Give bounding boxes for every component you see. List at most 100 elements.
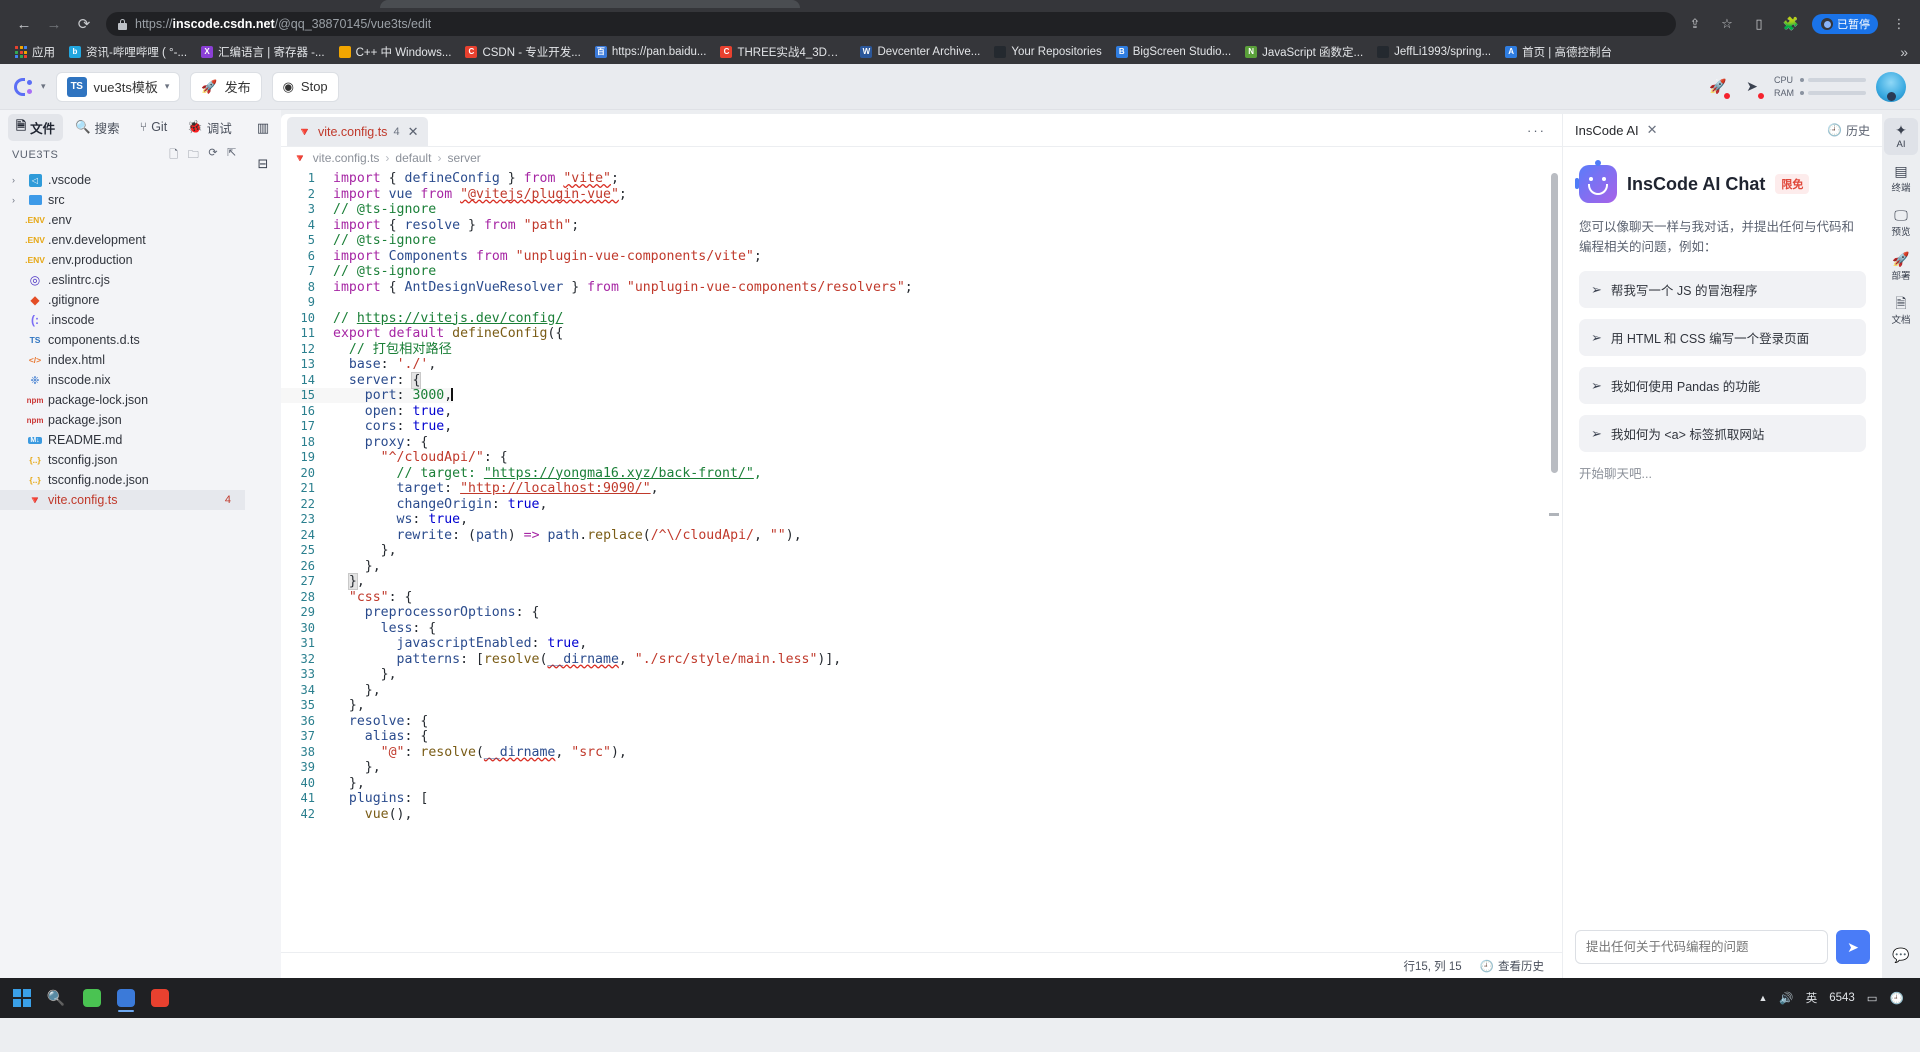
- code-line[interactable]: 8 import { AntDesignVueResolver } from "u…: [281, 280, 913, 295]
- sidebar-tab-0[interactable]: 🗎 文件: [8, 113, 64, 141]
- chevron-right-icon[interactable]: ›: [12, 175, 22, 185]
- file-tree-item[interactable]: › ◁ .vscode: [0, 170, 245, 190]
- code-line[interactable]: 16 open: true,: [281, 404, 453, 419]
- file-tree-item[interactable]: ❉ inscode.nix: [0, 370, 245, 390]
- file-tree-item[interactable]: ◎ .eslintrc.cjs: [0, 270, 245, 290]
- taskbar-app-wechat-icon[interactable]: [76, 983, 108, 1013]
- share-icon[interactable]: ⇪: [1684, 13, 1706, 35]
- bookmark-item[interactable]: b 资讯-哔哩哔哩 ( °-...: [62, 42, 194, 62]
- code-line[interactable]: 25 },: [281, 543, 397, 558]
- more-horizontal-icon[interactable]: ···: [1511, 123, 1562, 138]
- file-tree[interactable]: › ◁ .vscode › src .ENV .env .ENV .env.developmen…: [0, 168, 245, 978]
- code-line[interactable]: 42 vue(),: [281, 807, 413, 822]
- bookmark-item[interactable]: X 汇编语言 | 寄存器 -...: [194, 42, 332, 62]
- ai-suggestion-3[interactable]: ➢ 我如何为 <a> 标签抓取网站: [1579, 415, 1866, 452]
- code-line[interactable]: 4 import { resolve } from "path";: [281, 218, 579, 233]
- file-tree-item[interactable]: </> index.html: [0, 350, 245, 370]
- sidebar-tab-2[interactable]: ⑂ Git: [132, 117, 176, 137]
- bookmark-item[interactable]: 百 https://pan.baidu...: [588, 44, 714, 60]
- ai-history-button[interactable]: 🕘 历史: [1827, 122, 1870, 139]
- file-tree-item[interactable]: M↓ README.md: [0, 430, 245, 450]
- side-panel-icon[interactable]: ▯: [1748, 13, 1770, 35]
- refresh-icon[interactable]: ⟳: [208, 146, 218, 165]
- code-line[interactable]: 21 target: "http://localhost:9090/",: [281, 481, 659, 496]
- code-editor[interactable]: 1 import { defineConfig } from "vite"; 2i…: [281, 169, 1562, 952]
- publish-button[interactable]: 🚀 发布: [190, 71, 262, 102]
- new-file-icon[interactable]: 🗋: [169, 146, 178, 165]
- file-tree-item[interactable]: TS components.d.ts: [0, 330, 245, 350]
- code-line[interactable]: 7// @ts-ignore: [281, 264, 436, 279]
- project-selector[interactable]: TS vue3ts模板 ▾: [55, 71, 181, 102]
- code-line[interactable]: 13 base: './',: [281, 357, 437, 372]
- right-rail-item-chat[interactable]: 💬: [1884, 943, 1918, 968]
- sidebar-tab-1[interactable]: 🔍 搜索: [67, 115, 128, 140]
- code-line[interactable]: 22 changeOrigin: true,: [281, 497, 548, 512]
- code-line[interactable]: 29 preprocessorOptions: {: [281, 605, 540, 620]
- ai-suggestions[interactable]: ➢ 帮我写一个 JS 的冒泡程序 ➢ 用 HTML 和 CSS 编写一个登录页面 ➢ 我如…: [1579, 271, 1866, 452]
- address-bar[interactable]: https://inscode.csdn.net/@qq_38870145/vu…: [106, 12, 1676, 36]
- breadcrumb-item-0[interactable]: vite.config.ts: [313, 151, 380, 165]
- code-line[interactable]: 35 },: [281, 698, 365, 713]
- code-line[interactable]: 32 patterns: [resolve(__dirname, "./src/…: [281, 652, 842, 667]
- forward-arrow-icon[interactable]: →: [40, 10, 68, 38]
- browser-tab[interactable]: [380, 0, 800, 8]
- code-line[interactable]: 9: [281, 295, 333, 310]
- file-tree-item[interactable]: {..} tsconfig.json: [0, 450, 245, 470]
- cursor-pointer-icon[interactable]: ➤: [1740, 75, 1764, 99]
- code-line[interactable]: 28 "css": {: [281, 590, 413, 605]
- scrollbar-thumb[interactable]: [1551, 173, 1558, 473]
- file-tree-item[interactable]: npm package-lock.json: [0, 390, 245, 410]
- code-content[interactable]: 1 import { defineConfig } from "vite"; 2i…: [281, 169, 1562, 822]
- file-tree-item[interactable]: (: .inscode: [0, 310, 245, 330]
- bookmark-item[interactable]: Your Repositories: [987, 44, 1108, 60]
- close-icon[interactable]: ✕: [1647, 122, 1658, 138]
- bookmark-item[interactable]: C CSDN - 专业开发...: [458, 42, 587, 62]
- taskbar-apps[interactable]: [76, 983, 176, 1013]
- file-tree-item[interactable]: .ENV .env: [0, 210, 245, 230]
- windows-start-icon[interactable]: [8, 984, 36, 1012]
- speaker-icon[interactable]: 🔊: [1779, 991, 1793, 1005]
- extensions-icon[interactable]: 🧩: [1780, 13, 1802, 35]
- code-line[interactable]: 31 javascriptEnabled: true,: [281, 636, 588, 651]
- share-node-icon[interactable]: 🚀: [1706, 75, 1730, 99]
- file-tree-item[interactable]: {..} tsconfig.node.json: [0, 470, 245, 490]
- code-line[interactable]: 36 resolve: {: [281, 714, 429, 729]
- stop-button[interactable]: ◉ Stop: [271, 71, 339, 102]
- chevron-right-icon[interactable]: ›: [12, 195, 22, 205]
- code-line[interactable]: 41 plugins: [: [281, 791, 429, 806]
- tray-chevron-icon[interactable]: ▲: [1758, 993, 1767, 1003]
- file-tree-item[interactable]: › src: [0, 190, 245, 210]
- split-layout-icon[interactable]: ▥: [253, 118, 273, 138]
- chevron-down-icon[interactable]: ▾: [41, 81, 46, 92]
- ai-suggestion-1[interactable]: ➢ 用 HTML 和 CSS 编写一个登录页面: [1579, 319, 1866, 356]
- browser-tabstrip[interactable]: [0, 0, 1920, 8]
- code-line[interactable]: 19 "^/cloudApi/": {: [281, 450, 508, 465]
- code-line[interactable]: 14 server: {: [281, 371, 422, 389]
- kebab-menu-icon[interactable]: ⋮: [1888, 13, 1910, 35]
- bookmark-apps[interactable]: 应用: [8, 42, 62, 62]
- breadcrumb-item-1[interactable]: default: [395, 151, 431, 165]
- view-history-button[interactable]: 🕘 查看历史: [1480, 958, 1544, 974]
- code-line[interactable]: 12 // 打包相对路径: [281, 342, 452, 357]
- editor-tab-vite-config[interactable]: 🔻 vite.config.ts 4 ✕: [287, 117, 429, 146]
- chevron-down-icon[interactable]: ▾: [165, 81, 170, 92]
- code-line[interactable]: 15 port: 3000,: [281, 388, 453, 403]
- code-line[interactable]: 10// https://vitejs.dev/config/: [281, 311, 564, 326]
- code-line[interactable]: 23 ws: true,: [281, 512, 469, 527]
- code-line[interactable]: 24 rewrite: (path) => path.replace(/^\/c…: [281, 528, 802, 543]
- bookmark-item[interactable]: C++ 中 Windows...: [332, 42, 459, 62]
- user-avatar[interactable]: [1876, 71, 1906, 102]
- inscode-logo-icon[interactable]: ▾: [14, 77, 46, 97]
- code-line[interactable]: 40 },: [281, 776, 365, 791]
- code-line[interactable]: 20 // target: "https://yongma16.xyz/back…: [281, 466, 762, 481]
- sidebar-tab-3[interactable]: 🐞 调试: [179, 115, 240, 140]
- code-line[interactable]: 11 export default defineConfig({: [281, 326, 564, 341]
- code-line[interactable]: 33 },: [281, 667, 397, 682]
- code-line[interactable]: 30 less: {: [281, 621, 437, 636]
- taskbar-app-wps-icon[interactable]: [144, 983, 176, 1013]
- file-tree-item[interactable]: 🔻 vite.config.ts 4: [0, 490, 245, 510]
- clock-icon[interactable]: 🕘: [1890, 991, 1904, 1005]
- breadcrumb[interactable]: 🔻 vite.config.ts › default › server: [281, 147, 1562, 169]
- code-line[interactable]: 27 },: [281, 573, 365, 590]
- code-line[interactable]: 39 },: [281, 760, 381, 775]
